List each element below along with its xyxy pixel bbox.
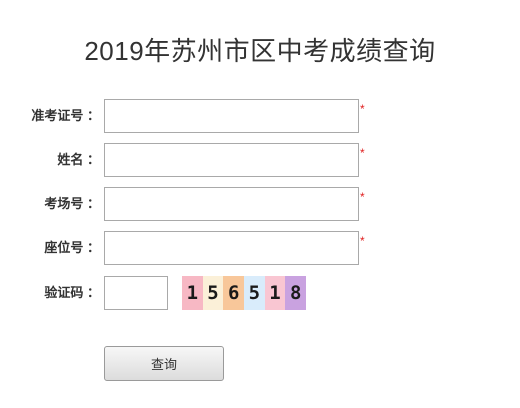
row-exam-number: 准考证号 ： * (0, 99, 520, 133)
name-required-mark: * (360, 146, 365, 160)
row-seat-number: 座位号 ： * (0, 231, 520, 265)
exam-number-required-mark: * (360, 102, 365, 116)
page-title: 2019年苏州市区中考成绩查询 (84, 36, 436, 66)
exam-number-label: 准考证号 ： (31, 108, 100, 123)
captcha-image[interactable]: 1 5 6 5 1 8 (182, 276, 306, 310)
captcha-digit: 8 (285, 276, 306, 310)
room-number-input[interactable] (104, 187, 359, 221)
row-captcha: 验证码 ： 1 5 6 5 1 8 (0, 276, 520, 310)
room-number-required-mark: * (360, 190, 365, 204)
row-room-number: 考场号 ： * (0, 187, 520, 221)
captcha-digit: 5 (202, 276, 224, 310)
exam-number-input[interactable] (104, 99, 359, 133)
seat-number-input[interactable] (104, 231, 359, 265)
captcha-input[interactable] (104, 276, 168, 310)
captcha-label: 验证码 ： (44, 285, 100, 300)
captcha-digit: 1 (264, 276, 286, 310)
captcha-digit: 5 (244, 276, 265, 310)
captcha-digit: 6 (223, 276, 245, 310)
query-button[interactable]: 查询 (104, 346, 224, 381)
seat-number-label: 座位号 ： (44, 240, 100, 255)
name-label: 姓名 ： (57, 152, 100, 167)
captcha-digit: 1 (182, 276, 203, 310)
room-number-label: 考场号 ： (44, 196, 100, 211)
seat-number-required-mark: * (360, 234, 365, 248)
row-name: 姓名 ： * (0, 143, 520, 177)
score-query-page: 2019年苏州市区中考成绩查询 准考证号 ： * 姓名 ： * 考场号 ： * … (0, 0, 520, 408)
name-input[interactable] (104, 143, 359, 177)
